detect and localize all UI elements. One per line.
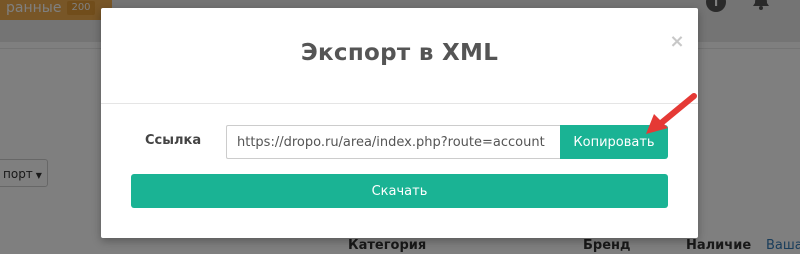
modal-header: Экспорт в XML × — [101, 8, 698, 104]
xml-link-field[interactable] — [226, 125, 560, 159]
link-label: Ссылка — [145, 133, 202, 148]
export-xml-modal: Экспорт в XML × Ссылка Копировать Скачат… — [101, 8, 698, 238]
close-icon[interactable]: × — [669, 33, 685, 51]
download-button[interactable]: Скачать — [131, 174, 668, 208]
modal-title: Экспорт в XML — [300, 40, 499, 66]
red-arrow-icon — [646, 93, 697, 134]
